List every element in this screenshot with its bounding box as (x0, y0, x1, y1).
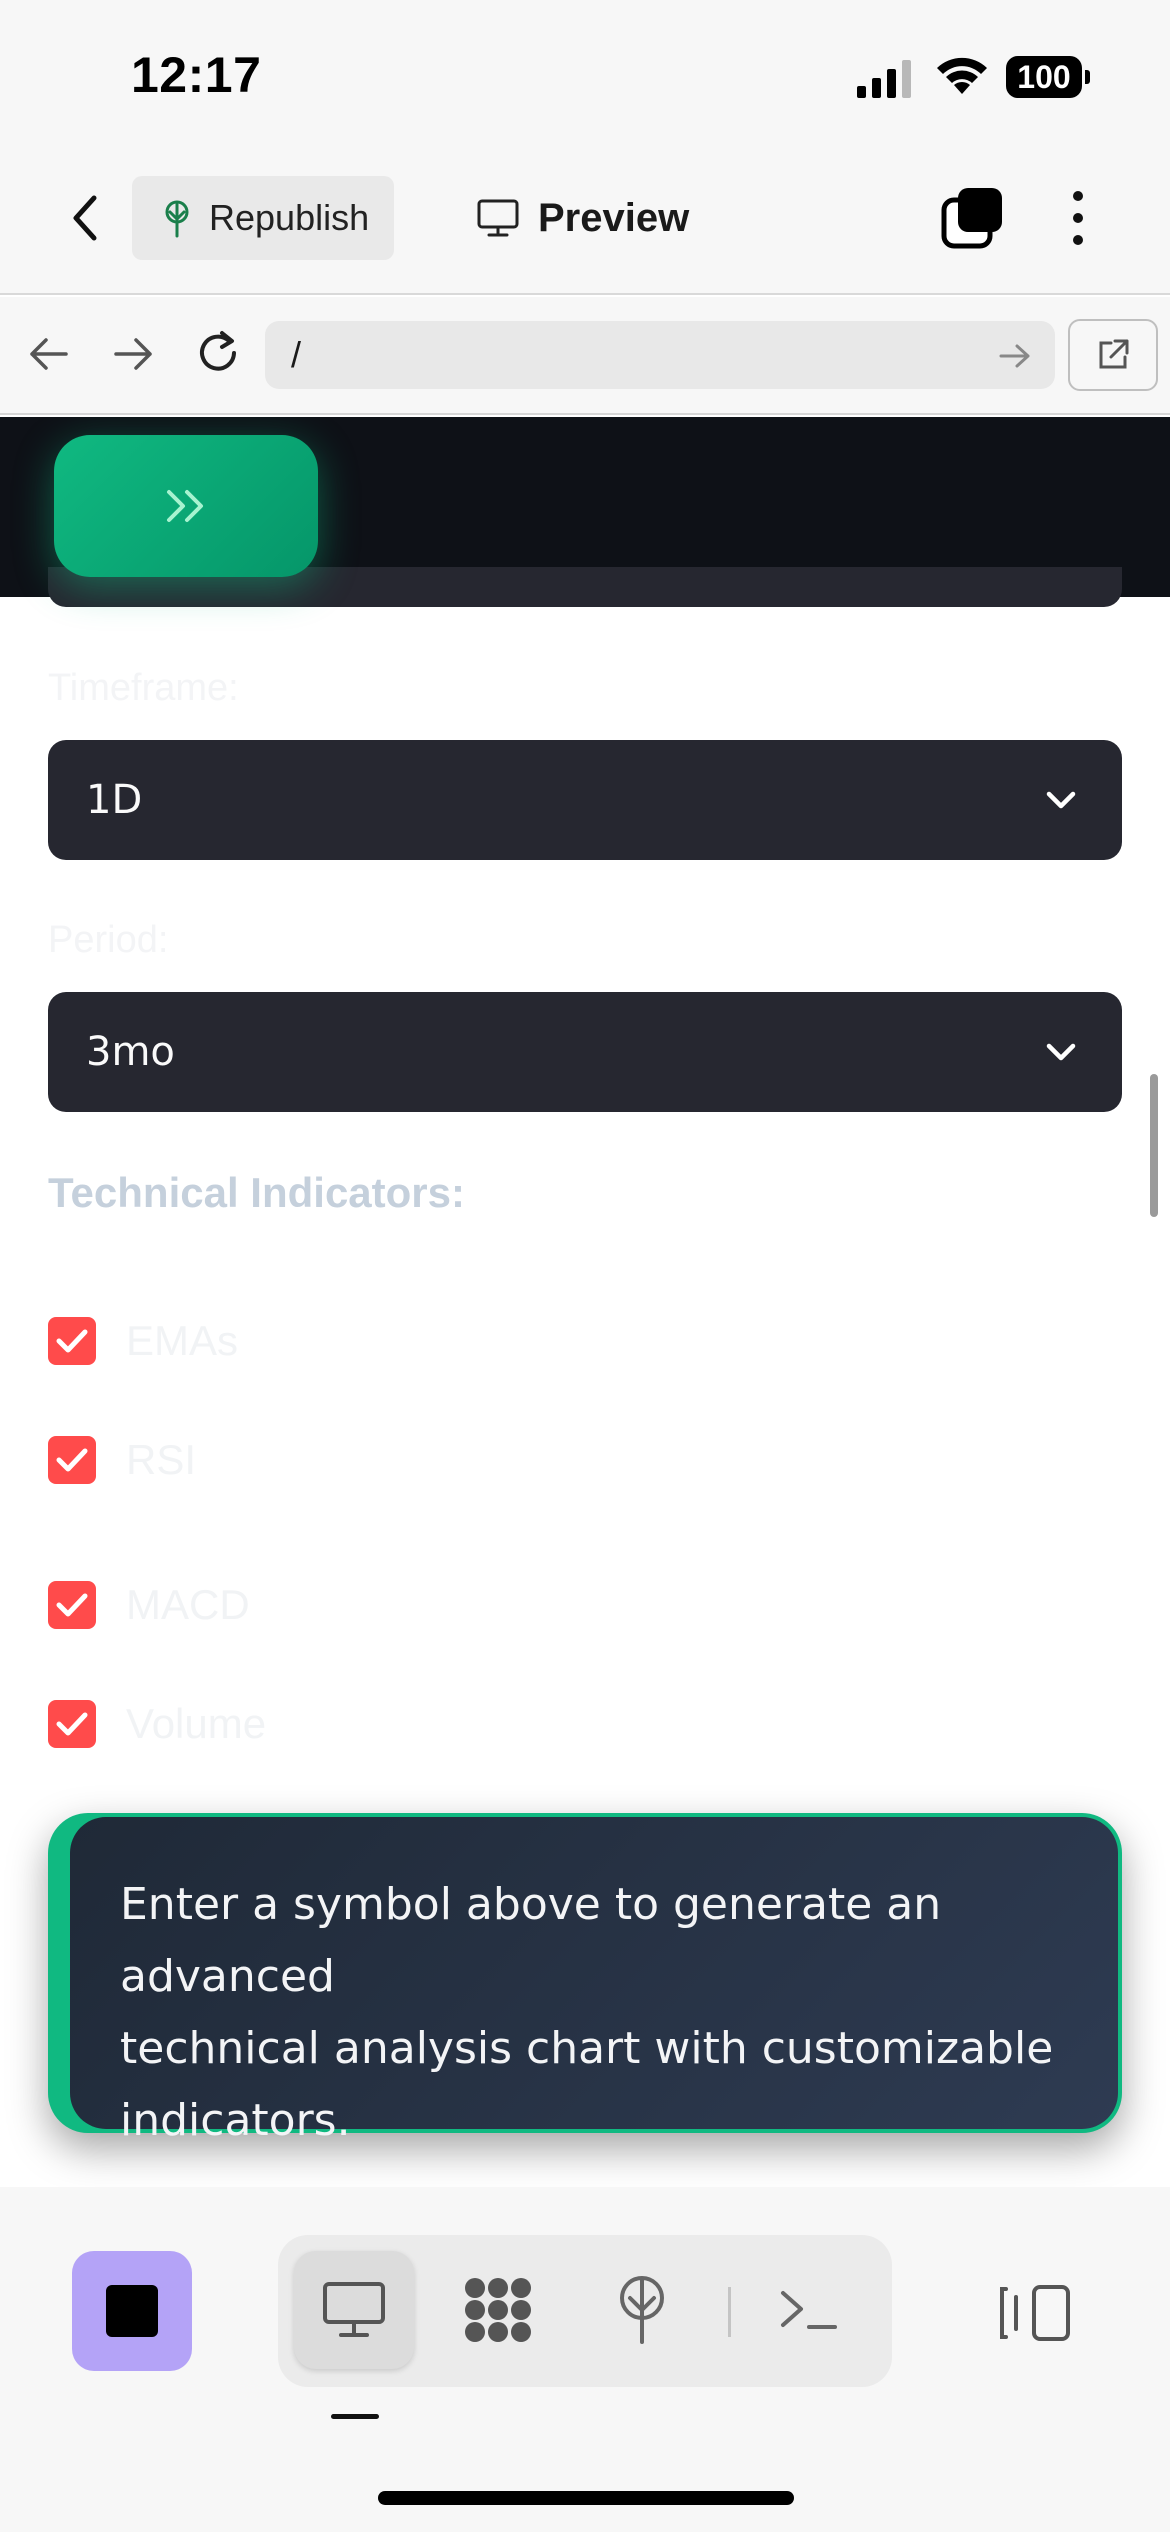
info-card: Enter a symbol above to generate an adva… (48, 1813, 1122, 2146)
checkmark-icon (56, 1448, 88, 1472)
preview-mode-button[interactable] (294, 2251, 414, 2369)
mode-switcher (278, 2235, 892, 2387)
publish-mode-button[interactable] (582, 2251, 702, 2369)
stop-icon (106, 2285, 158, 2337)
checkbox[interactable] (48, 1317, 96, 1365)
timeframe-value: 1D (86, 777, 143, 823)
period-label: Period: (48, 919, 169, 961)
reload-icon[interactable] (192, 327, 244, 379)
timeframe-label: Timeframe: (48, 667, 239, 709)
info-card-body: Enter a symbol above to generate an adva… (70, 1817, 1118, 2146)
checkbox[interactable] (48, 1581, 96, 1629)
period-select[interactable]: 3mo (48, 992, 1122, 1112)
publish-tree-icon (165, 200, 189, 238)
wifi-icon (937, 57, 987, 94)
indicators-title: Technical Indicators: (48, 1169, 465, 1216)
expand-sidebar-button[interactable] (54, 435, 318, 577)
publish-tree-icon (620, 2276, 664, 2344)
url-bar: / (0, 297, 1170, 415)
app-root: 12:17 100 Republish Preview / Timeframe:… (0, 0, 1170, 2532)
info-line-1: Enter a symbol above to generate an adva… (120, 1879, 942, 2002)
chevron-down-icon (1046, 1043, 1076, 1061)
arrow-right-icon[interactable] (998, 341, 1032, 371)
signal-icon (857, 60, 911, 98)
top-toolbar: Republish Preview (0, 150, 1170, 295)
checkmark-icon (56, 1712, 88, 1736)
battery-cap (1085, 70, 1090, 84)
info-line-3: indicators. (120, 2095, 351, 2146)
checkbox-label: EMAs (126, 1317, 239, 1364)
status-time: 12:17 (131, 47, 262, 103)
stop-button[interactable] (72, 2251, 192, 2371)
external-link-icon (1099, 339, 1129, 369)
status-bar: 12:17 100 (0, 0, 1170, 150)
split-panel-icon[interactable] (998, 2283, 1072, 2343)
arrow-left-icon[interactable] (26, 331, 72, 377)
monitor-icon (477, 199, 519, 237)
more-vertical-icon[interactable] (1060, 188, 1096, 248)
checkbox-label: MACD (126, 1581, 250, 1628)
timeframe-select[interactable]: 1D (48, 740, 1122, 860)
period-value: 3mo (86, 1029, 175, 1075)
arrow-right-icon[interactable] (110, 331, 156, 377)
open-external-button[interactable] (1068, 319, 1158, 391)
workspace-mode-button[interactable] (438, 2251, 558, 2369)
indicator-macd[interactable]: MACD (48, 1578, 250, 1632)
republish-button[interactable]: Republish (132, 176, 394, 260)
grid-pattern-icon (465, 2278, 531, 2342)
battery-icon: 100 (1006, 56, 1082, 98)
url-input[interactable]: / (265, 321, 1055, 389)
terminal-icon (781, 2291, 837, 2329)
chevron-down-icon (1046, 791, 1076, 809)
scrollbar[interactable] (1150, 1074, 1158, 1217)
indicator-emas[interactable]: EMAs (48, 1314, 238, 1368)
web-content: Timeframe: 1D Period: 3mo Technical Indi… (0, 417, 1170, 2187)
mode-divider (728, 2287, 731, 2337)
checkbox[interactable] (48, 1436, 96, 1484)
bottom-toolbar (0, 2187, 1170, 2532)
chevron-left-icon[interactable] (60, 188, 110, 248)
checkmark-icon (56, 1593, 88, 1617)
info-line-2: technical analysis chart with customizab… (120, 2023, 1054, 2074)
preview-label: Preview (538, 195, 690, 240)
checkbox-label: Volume (126, 1700, 267, 1747)
home-indicator[interactable] (378, 2491, 794, 2505)
preview-tab[interactable]: Preview (476, 176, 689, 260)
indicator-volume[interactable]: Volume (48, 1697, 266, 1751)
checkbox[interactable] (48, 1700, 96, 1748)
monitor-icon (323, 2282, 385, 2337)
double-chevron-right-icon (167, 490, 203, 522)
checkbox-label: RSI (126, 1436, 197, 1483)
republish-label: Republish (209, 197, 370, 238)
indicator-rsi[interactable]: RSI (48, 1433, 196, 1487)
checkmark-icon (56, 1329, 88, 1353)
terminal-mode-button[interactable] (748, 2251, 868, 2369)
tabs-icon[interactable] (940, 186, 1004, 250)
active-mode-indicator (331, 2414, 379, 2419)
